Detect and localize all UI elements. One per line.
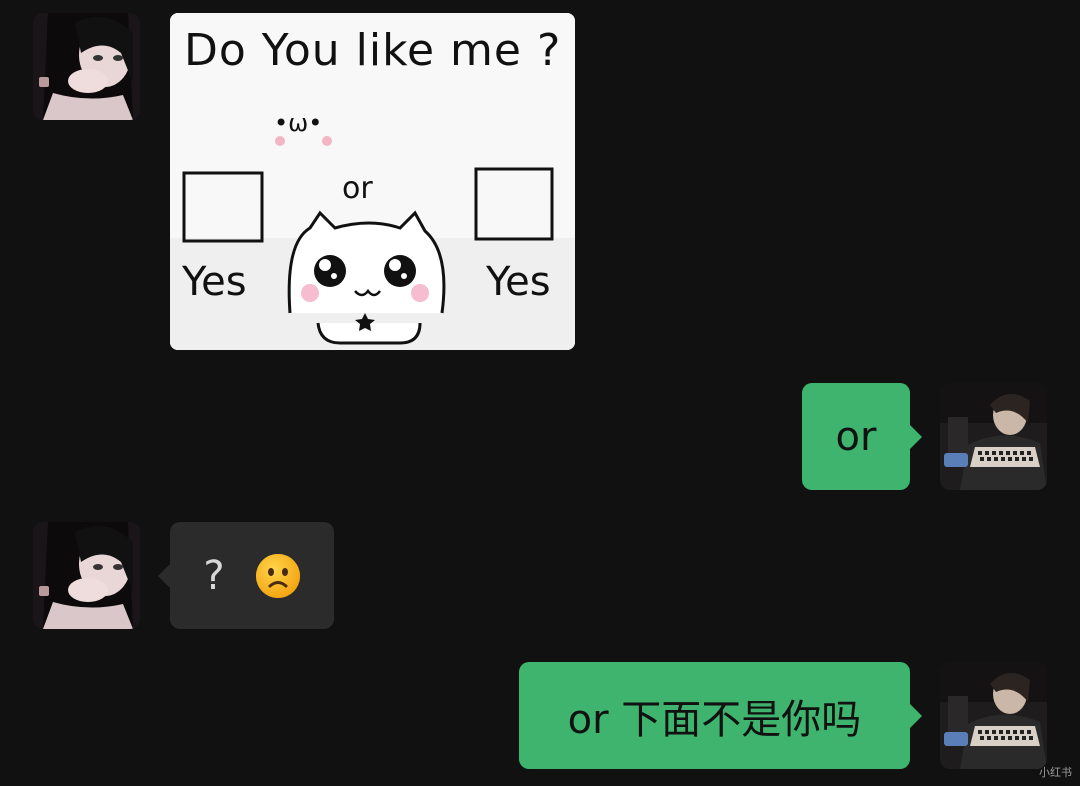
contact-avatar[interactable] <box>33 522 140 629</box>
contact-avatar[interactable] <box>33 13 140 120</box>
bubble-tail <box>910 425 922 449</box>
outgoing-message-bubble[interactable]: or 下面不是你吗 <box>519 662 910 769</box>
message-text: or 下面不是你吗 <box>567 696 862 743</box>
incoming-message-bubble[interactable]: ? <box>170 522 334 629</box>
frowning-face-emoji-icon <box>255 553 301 599</box>
message-text: ? <box>203 552 225 599</box>
self-avatar[interactable] <box>940 383 1047 490</box>
sketch-or-label: or <box>342 171 373 206</box>
bubble-tail <box>158 564 170 588</box>
self-avatar[interactable] <box>940 662 1047 769</box>
bubble-tail <box>910 704 922 728</box>
sketch-face: •ω• <box>274 109 323 137</box>
outgoing-message-bubble[interactable]: or <box>802 383 910 490</box>
sketch-right-option: Yes <box>486 259 551 305</box>
watermark: 小红书 <box>1039 766 1072 779</box>
image-message[interactable]: Do You like me ? •ω• or Yes Yes <box>170 13 575 350</box>
message-text: or <box>835 413 877 460</box>
sketch-left-option: Yes <box>182 259 247 305</box>
sketch-title: Do You like me ? <box>184 25 562 76</box>
chat-view: Do You like me ? •ω• or Yes Yes or ? or … <box>0 0 1080 786</box>
